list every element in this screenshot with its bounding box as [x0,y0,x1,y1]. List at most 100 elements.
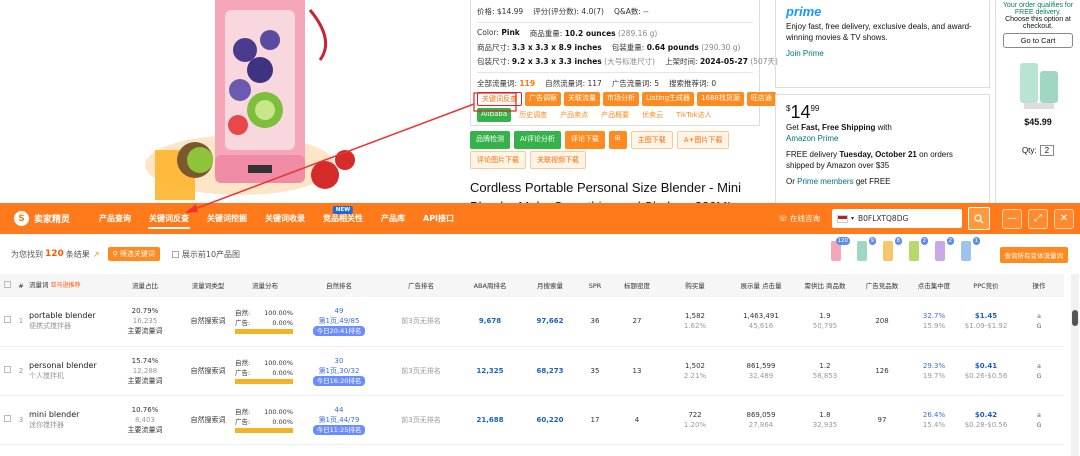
header-spr[interactable]: SPR [580,274,610,297]
main-image-download-button[interactable]: 主图下载 [630,131,673,149]
header-title-density[interactable]: 标题密度 [610,274,664,297]
header-share[interactable]: 流量占比 [108,274,182,297]
asin-search-input[interactable]: ▾ B0FLXTQ8DG [832,209,962,228]
go-to-cart-button[interactable]: Go to Cart [1003,33,1073,48]
header-supply-ratio[interactable]: 需供比 商品数 [796,274,854,297]
header-click-concentration[interactable]: 点击集中度 [910,274,958,297]
table-row[interactable]: 3 mini blender 迷你搅拌器 10.76% 8,403 主要流量词 自然搜… [0,395,1064,445]
tag-tiktok[interactable]: TikTok达人 [671,108,717,122]
monthly-search-cell[interactable]: 97,662 [520,297,580,347]
search-rec: 搜索推荐词: 0 [669,79,717,88]
view-all-variants-button[interactable]: 查询所有变体流量词 [999,247,1068,263]
tag-listing-generator[interactable]: Listing生成器 [642,92,695,106]
table-row[interactable]: 1 portable blender 便携式搅拌器 20.79% 16,235 主要流… [0,297,1064,347]
tag-alibaba[interactable]: Alibaba [477,108,512,122]
variant-thumb[interactable]: 8 [878,237,902,263]
tag-summary[interactable]: 产品概要 [596,108,635,122]
tag-selling-points[interactable]: 产品卖点 [555,108,594,122]
nav-competitor-relevance[interactable]: NEW 竞品相关性 [314,203,372,234]
aplus-download-button[interactable]: A+图片下载 [676,131,730,149]
minimize-icon[interactable]: — [1002,208,1022,229]
aba-rank-cell[interactable]: 9,678 [460,297,520,347]
expand-icon[interactable]: ⤢ [1028,208,1048,229]
nav-product-library[interactable]: 产品库 [372,203,414,234]
variant-thumb[interactable]: 2 [904,237,928,263]
header-purchases[interactable]: 购买量 [664,274,726,297]
search-button[interactable] [968,207,990,230]
monthly-search-cell[interactable]: 60,220 [520,395,580,445]
header-type[interactable]: 流量词类型 [182,274,234,297]
app-logo[interactable]: S 卖家精灵 [0,211,90,226]
tag-related-traffic[interactable]: 关联流量 [564,92,600,106]
show-top10-checkbox[interactable] [171,250,179,258]
actions-cell[interactable]: aG [1014,297,1064,347]
nav-api[interactable]: API接口 [414,203,463,234]
actions-cell[interactable]: aG [1014,395,1064,445]
nav-keyword-reverse[interactable]: 关键词反查 [140,203,198,234]
variant-thumb[interactable]: 120 [826,237,850,263]
product-image[interactable] [120,0,360,203]
header-ad-rank[interactable]: 广告排名 [382,274,460,297]
click-concentration-cell: 32.7% 15.9% [910,297,958,347]
results-count: 120 [45,249,64,259]
review-image-download-button[interactable]: 评论图片下载 [470,151,526,169]
qty-selector[interactable]: Qty: 2 [999,145,1077,156]
keyword-cell[interactable]: personal blender 个人搅拌机 [28,346,108,396]
row-checkbox[interactable] [0,346,14,396]
listed-info: 上架时间: 2024-05-27 (507天) [665,57,778,66]
supply-ratio-cell: 1.2 58,853 [796,346,854,396]
nav-keyword-index[interactable]: 关键词收录 [256,203,314,234]
row-checkbox[interactable] [0,395,14,445]
cart-product-image[interactable] [1010,57,1066,113]
natural-rank-cell[interactable]: 30 第1页,30/32 今日16:20排名 [296,346,382,396]
variant-thumb[interactable]: 1 [956,237,980,263]
header-natural-rank[interactable]: 自然排名 [296,274,382,297]
keyword-cell[interactable]: mini blender 迷你搅拌器 [28,395,108,445]
tag-ad-research[interactable]: 广告调察 [525,92,561,106]
header-distribution[interactable]: 流量分布 [234,274,296,297]
variant-thumb[interactable]: 2 [930,237,954,263]
header-ppc[interactable]: PPC竞价 [958,274,1014,297]
keyword-cell[interactable]: portable blender 便携式搅拌器 [28,297,108,347]
nav-product-query[interactable]: 产品查询 [90,203,140,234]
monthly-search-cell[interactable]: 68,273 [520,346,580,396]
share-icon[interactable]: ↗ [93,250,100,259]
header-ad-competitors[interactable]: 广告竞品数 [854,274,910,297]
natural-rank-cell[interactable]: 44 第1页,44/79 今日11:25排名 [296,395,382,445]
amazon-prime-link[interactable]: Amazon Prime [786,133,979,144]
header-impressions[interactable]: 展示量 点击量 [726,274,796,297]
tag-market-analysis[interactable]: 市场分析 [603,92,639,106]
table-row[interactable]: 2 personal blender 个人搅拌机 15.74% 12,288 主要流量… [0,346,1064,396]
aba-rank-cell[interactable]: 12,325 [460,346,520,396]
review-download-button[interactable]: 评论下载 [564,131,605,149]
join-prime-link[interactable]: Join Prime [786,48,979,59]
scrollbar-thumb[interactable] [1072,310,1078,326]
header-aba-rank[interactable]: ABA周排名 [460,274,520,297]
online-consult-link[interactable]: ☏ 在线咨询 [778,213,820,224]
natural-rank-cell[interactable]: 49 第1页,49/85 今日20:41排名 [296,297,382,347]
tag-1688-sourcing[interactable]: 1688找货源 [697,92,744,106]
traffic-total[interactable]: 全部流量词: 119 [477,78,535,89]
header-checkbox[interactable] [0,274,14,297]
filter-keywords-button[interactable]: ⚲ 筛选关键词 [107,247,160,261]
keyword-table: # 流量词 亚马逊推荐 流量占比 流量词类型 流量分布 自然排名 广告排名 AB… [0,274,1080,456]
tag-keyword-reverse[interactable]: 关键词反查 [477,92,522,106]
grid-icon[interactable]: ⊞ [608,131,627,149]
nav-keyword-mining[interactable]: 关键词挖掘 [198,203,256,234]
prime-members-link[interactable]: Prime members [797,177,853,186]
brand-check-button[interactable]: 品牌检测 [470,131,510,149]
tag-history[interactable]: 历史调查 [514,108,553,122]
row-checkbox[interactable] [0,297,14,347]
tag-youmaiyun[interactable]: 优卖云 [637,108,669,122]
aba-rank-cell[interactable]: 21,688 [460,395,520,445]
close-icon[interactable]: ✕ [1054,208,1074,229]
header-monthly-search[interactable]: 月搜索量 [520,274,580,297]
header-keyword[interactable]: 流量词 亚马逊推荐 [28,274,108,297]
variant-thumb[interactable]: 9 [852,237,876,263]
country-chevron-icon[interactable]: ▾ [851,215,854,222]
tag-wangdiantong[interactable]: 旺店通 [746,92,776,106]
ai-review-button[interactable]: AI评论分析 [514,131,561,149]
related-video-download-button[interactable]: 关联视频下载 [530,151,586,169]
table-scrollbar[interactable] [1071,274,1079,456]
actions-cell[interactable]: aG [1014,346,1064,396]
